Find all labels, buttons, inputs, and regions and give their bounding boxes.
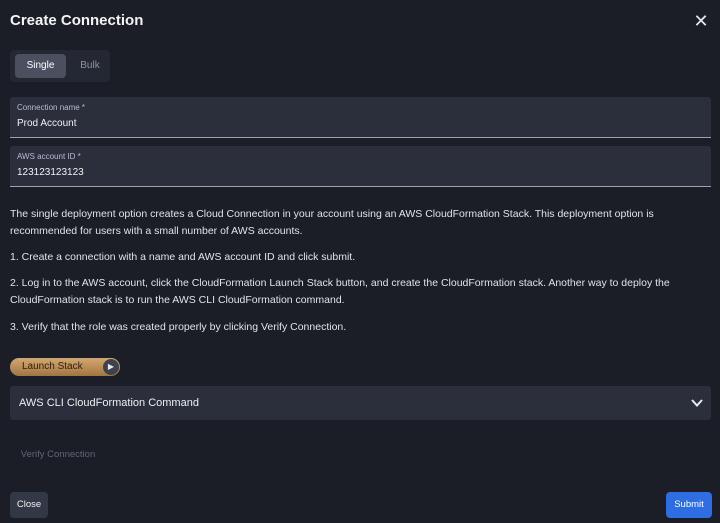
- accordion-label: AWS CLI CloudFormation Command: [19, 397, 199, 409]
- tab-bulk[interactable]: Bulk: [70, 54, 110, 78]
- account-id-field[interactable]: AWS account ID *: [10, 146, 711, 187]
- launch-stack-label: Launch Stack: [22, 361, 83, 372]
- account-id-label: AWS account ID *: [17, 152, 81, 161]
- connection-name-field[interactable]: Connection name *: [10, 97, 711, 138]
- chevron-down-icon: [691, 399, 703, 407]
- submit-button[interactable]: Submit: [666, 492, 712, 518]
- deployment-mode-toggle: Single Bulk: [10, 50, 110, 82]
- cli-command-accordion[interactable]: AWS CLI CloudFormation Command: [10, 386, 711, 420]
- arrow-right-circle-icon: ▶: [103, 359, 119, 375]
- verify-connection-button[interactable]: Verify Connection: [10, 444, 106, 466]
- launch-stack-button[interactable]: Launch Stack ▶: [10, 358, 120, 376]
- description-step-1: 1. Create a connection with a name and A…: [10, 251, 356, 263]
- account-id-input[interactable]: [17, 167, 697, 178]
- connection-name-input[interactable]: [17, 118, 697, 129]
- close-button[interactable]: Close: [10, 492, 48, 518]
- tab-single[interactable]: Single: [15, 54, 66, 78]
- description-intro: The single deployment option creates a C…: [10, 208, 654, 237]
- create-connection-dialog: Create Connection ✕ Single Bulk Connecti…: [0, 0, 720, 523]
- dialog-title: Create Connection: [10, 12, 144, 29]
- close-icon[interactable]: ✕: [690, 10, 712, 32]
- description-step-3: 3. Verify that the role was created prop…: [10, 321, 347, 333]
- connection-name-label: Connection name *: [17, 103, 86, 112]
- description-step-2: 2. Log in to the AWS account, click the …: [10, 277, 670, 306]
